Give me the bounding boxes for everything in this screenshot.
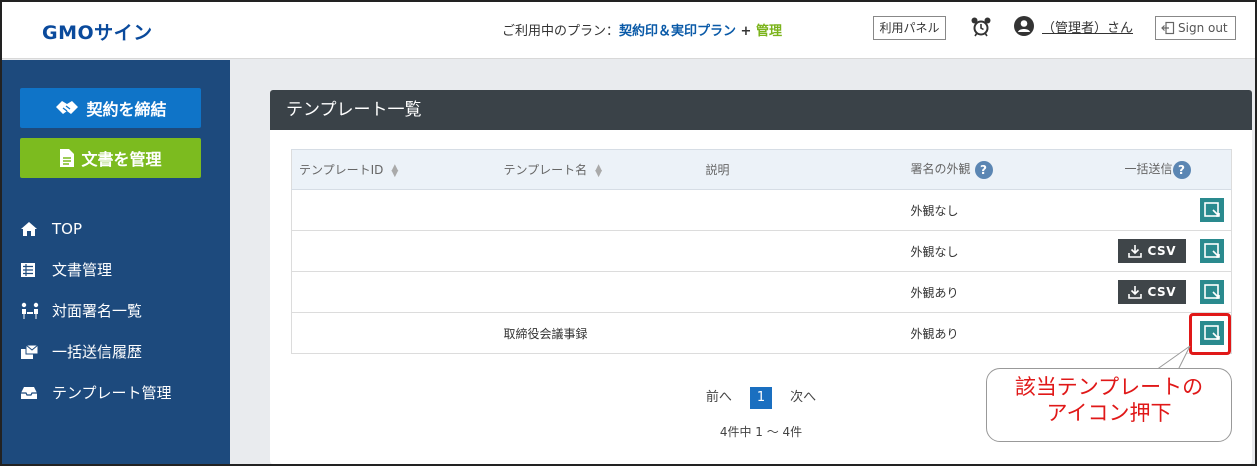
csv-label: CSV [1147, 285, 1176, 299]
col-label: テンプレート名 [503, 163, 588, 177]
plan-role: 管理 [755, 24, 782, 39]
csv-download-button[interactable]: CSV [1117, 239, 1186, 263]
cell-description [698, 230, 904, 272]
download-icon [1127, 245, 1142, 258]
table-row: 取締役会議事録 外観あり [291, 312, 1232, 354]
cell-template-id [291, 189, 497, 231]
pager-next[interactable]: 次へ [790, 390, 816, 405]
cell-appearance: 外観なし [903, 189, 1109, 231]
app-frame: GMOサイン ご利用中のプラン：契約印＆実印プラン + 管理 利用パネル （管理… [0, 0, 1257, 466]
document-icon [60, 149, 75, 167]
template-table: テンプレートID ▲ ▼ テンプレート名 ▲ ▼ 説明 署名の外観? 一括送信? 外観な… [291, 149, 1232, 354]
table-row: 外観なし [291, 189, 1232, 231]
help-icon[interactable]: ? [1172, 160, 1191, 179]
col-label: 一括送信 [1124, 162, 1173, 177]
sidebar-item-label: TOP [52, 219, 83, 238]
col-label: テンプレートID [299, 163, 384, 177]
sidebar-item-documents[interactable]: 文書管理 [20, 249, 220, 290]
help-icon[interactable]: ? [974, 160, 993, 179]
cell-template-id [291, 312, 497, 354]
cell-description [698, 312, 904, 354]
cell-template-id [291, 230, 497, 272]
cell-bulk-send: CSV [1108, 230, 1232, 272]
cell-template-name: 取締役会議事録 [496, 312, 699, 354]
bulk-send-icon [20, 343, 42, 361]
contract-button[interactable]: 契約を締結 [20, 88, 201, 128]
signout-label: Sign out [1178, 21, 1228, 35]
cell-template-name [496, 230, 699, 272]
pager-current-page[interactable]: 1 [750, 387, 772, 409]
callout-line1: 該当テンプレートの [1014, 375, 1204, 399]
user-name-link[interactable]: （管理者）さん [1042, 17, 1133, 36]
table-row: 外観なし CSV [291, 230, 1232, 272]
sidebar-item-label: 一括送信履歴 [52, 343, 143, 361]
table-row: 外観あり CSV [291, 271, 1232, 313]
bulk-send-select-icon[interactable] [1200, 280, 1224, 304]
callout-line2: アイコン押下 [1046, 401, 1172, 425]
csv-label: CSV [1147, 244, 1176, 258]
page-title: テンプレート一覧 [270, 90, 1252, 130]
usage-panel-button[interactable]: 利用パネル [873, 16, 946, 40]
sort-icon[interactable]: ▲ ▼ [595, 163, 602, 178]
csv-download-button[interactable]: CSV [1117, 280, 1186, 304]
cell-appearance: 外観あり [903, 312, 1109, 354]
cell-template-id [291, 271, 497, 313]
cell-appearance: 外観なし [903, 230, 1109, 272]
cell-template-name [496, 189, 699, 231]
tray-icon [20, 384, 42, 402]
handshake-icon [56, 101, 79, 114]
bulk-send-select-icon[interactable] [1200, 239, 1224, 263]
cell-description [698, 189, 904, 231]
sidebar-nav: TOP 文書管理 対面署名一覧 一括送信履歴 テンプレート管理 [20, 208, 220, 413]
sidebar-item-face-to-face[interactable]: 対面署名一覧 [20, 290, 220, 331]
col-appearance: 署名の外観? [903, 149, 1109, 190]
home-icon [20, 220, 42, 238]
face-to-face-icon [20, 302, 42, 320]
sidebar-item-label: テンプレート管理 [52, 384, 172, 402]
col-label: 署名の外観 [910, 162, 971, 177]
sidebar-item-label: 対面署名一覧 [52, 302, 143, 320]
cell-bulk-send [1108, 189, 1232, 231]
plan-info: ご利用中のプラン：契約印＆実印プラン + 管理 [502, 20, 782, 39]
pager-prev[interactable]: 前へ [706, 390, 732, 405]
cell-appearance: 外観あり [903, 271, 1109, 313]
col-description: 説明 [698, 149, 904, 190]
plan-plus: + [736, 24, 756, 39]
sidebar-item-bulk-history[interactable]: 一括送信履歴 [20, 331, 220, 372]
table-header-row: テンプレートID ▲ ▼ テンプレート名 ▲ ▼ 説明 署名の外観? 一括送信? [291, 149, 1232, 190]
user-avatar-icon[interactable] [1014, 16, 1034, 36]
download-icon [1127, 286, 1142, 299]
top-header: GMOサイン ご利用中のプラン：契約印＆実印プラン + 管理 利用パネル （管理… [2, 2, 1255, 59]
signout-icon [1161, 21, 1175, 35]
cell-template-name [496, 271, 699, 313]
cell-description [698, 271, 904, 313]
sidebar-item-templates[interactable]: テンプレート管理 [20, 372, 220, 413]
sidebar: 契約を締結 文書を管理 TOP 文書管理 対面署名一覧 一括送信履歴 テンプレー… [2, 60, 230, 464]
bulk-send-select-icon[interactable] [1200, 198, 1224, 222]
col-template-name[interactable]: テンプレート名 ▲ ▼ [496, 149, 699, 190]
cell-bulk-send: CSV [1108, 271, 1232, 313]
alarm-clock-icon[interactable] [970, 16, 992, 38]
signout-button[interactable]: Sign out [1155, 16, 1236, 40]
document-list-icon [20, 261, 42, 279]
plan-name: 契約印＆実印プラン [619, 24, 737, 39]
sidebar-item-label: 文書管理 [52, 261, 113, 279]
sort-icon[interactable]: ▲ ▼ [391, 163, 398, 178]
col-template-id[interactable]: テンプレートID ▲ ▼ [291, 149, 497, 190]
manage-docs-button[interactable]: 文書を管理 [20, 138, 201, 178]
manage-docs-button-label: 文書を管理 [81, 150, 162, 169]
col-bulk-send: 一括送信? [1108, 149, 1232, 190]
plan-prefix: ご利用中のプラン： [502, 24, 620, 39]
logo[interactable]: GMOサイン [42, 18, 153, 45]
sidebar-item-top[interactable]: TOP [20, 208, 220, 249]
callout-text: 該当テンプレートの アイコン押下 [986, 374, 1232, 426]
contract-button-label: 契約を締結 [86, 100, 167, 119]
